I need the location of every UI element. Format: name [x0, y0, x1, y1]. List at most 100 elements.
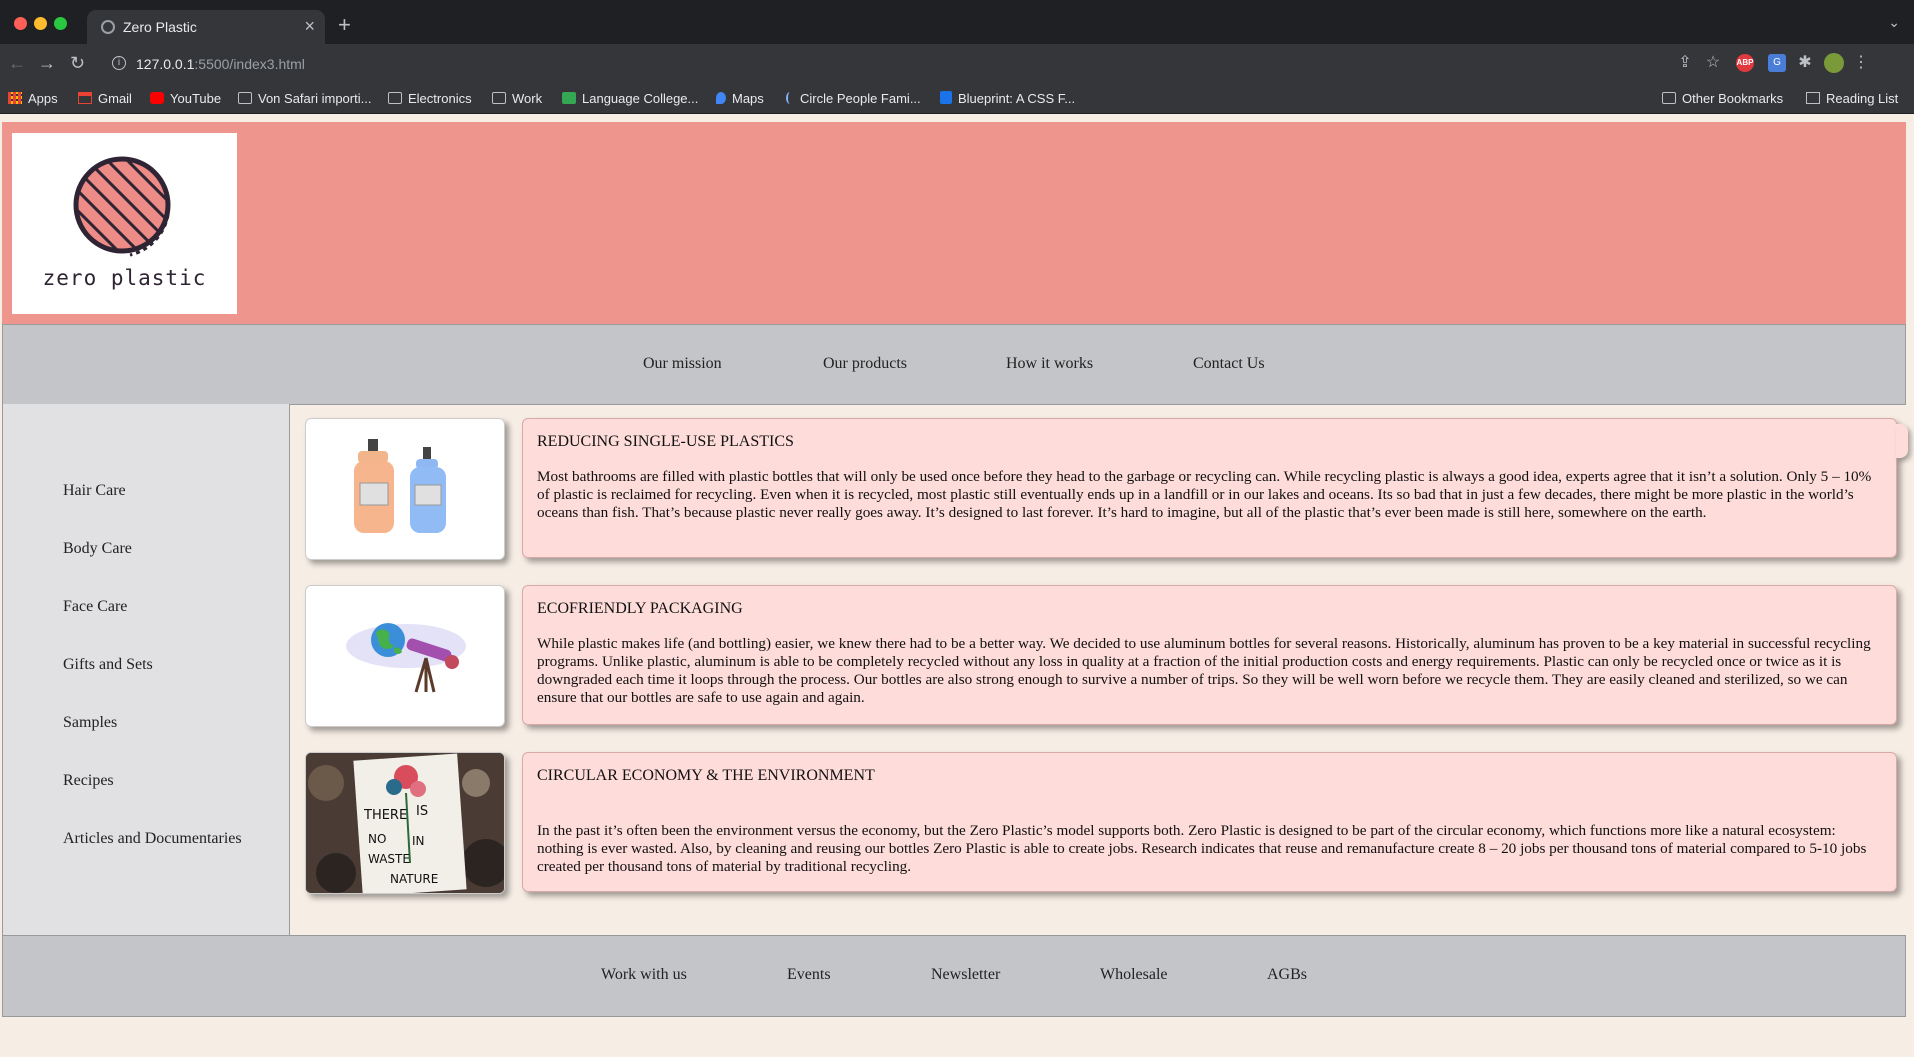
- bookmark-label: Gmail: [98, 91, 132, 106]
- svg-text:NO: NO: [368, 832, 386, 846]
- minimize-window-button[interactable]: [34, 17, 47, 30]
- star-icon[interactable]: ☆: [1702, 52, 1724, 74]
- footer-wholesale[interactable]: Wholesale: [1100, 966, 1168, 984]
- bookmark-language-college[interactable]: Language College...: [562, 91, 698, 106]
- main-nav: Our mission Our products How it works Co…: [2, 324, 1906, 405]
- bookmark-electronics[interactable]: Electronics: [388, 91, 472, 106]
- card-body: Most bathrooms are filled with plastic b…: [537, 468, 1872, 521]
- bookmark-gmail[interactable]: Gmail: [78, 91, 132, 106]
- bookmark-label: Other Bookmarks: [1682, 91, 1784, 106]
- bookmark-circle-people[interactable]: Circle People Fami...: [786, 91, 921, 106]
- reload-button[interactable]: ↻: [70, 53, 85, 74]
- nav-how-it-works[interactable]: How it works: [1006, 355, 1093, 373]
- share-icon[interactable]: ⇪: [1674, 52, 1696, 74]
- address-bar[interactable]: i 127.0.0.1:5500/index3.html: [104, 50, 1704, 78]
- nav-our-products[interactable]: Our products: [823, 355, 907, 373]
- bookmark-work[interactable]: Work: [492, 91, 542, 106]
- bookmark-blueprint[interactable]: Blueprint: A CSS F...: [940, 91, 1075, 106]
- bookmark-label: Maps: [732, 91, 764, 106]
- back-button[interactable]: ←: [8, 53, 26, 74]
- protest-sign-photo: THERE IS NO IN WASTE NATURE: [305, 752, 505, 894]
- sidebar-item-body-care[interactable]: Body Care: [63, 540, 132, 558]
- tab-bar: Zero Plastic × + ⌄: [0, 0, 1914, 44]
- site-footer: Work with us Events Newsletter Wholesale…: [2, 935, 1906, 1017]
- card-title: ECOFRIENDLY PACKAGING: [537, 600, 743, 617]
- bookmark-label: Blueprint: A CSS F...: [958, 91, 1076, 106]
- adblock-icon[interactable]: ABP: [1736, 54, 1754, 72]
- translate-icon[interactable]: G: [1768, 54, 1786, 72]
- gmail-icon: [78, 92, 92, 104]
- sidebar-item-articles[interactable]: Articles and Documentaries: [63, 830, 242, 848]
- sheet-icon: [562, 92, 576, 104]
- sign-text: THERE: [363, 808, 407, 823]
- globe-icon: [101, 20, 115, 34]
- new-tab-button[interactable]: +: [338, 12, 351, 38]
- svg-text:IN: IN: [412, 834, 425, 848]
- circle-icon: [786, 92, 794, 104]
- sidebar-item-gifts-and-sets[interactable]: Gifts and Sets: [63, 656, 153, 674]
- browser-tab[interactable]: Zero Plastic ×: [87, 10, 325, 44]
- bookmark-label: Von Safari importi...: [258, 91, 372, 106]
- bookmark-label: Apps: [28, 91, 58, 106]
- globe-telescope-icon: [305, 585, 505, 727]
- reading-list-icon: [1806, 92, 1820, 104]
- apps-grid-icon: [8, 92, 22, 104]
- close-icon[interactable]: ×: [304, 16, 315, 37]
- page: zero plastic Our mission Our products Ho…: [0, 114, 1914, 1057]
- bookmark-safari-import[interactable]: Von Safari importi...: [238, 91, 371, 106]
- bookmark-label: Language College...: [582, 91, 699, 106]
- reading-list[interactable]: Reading List: [1806, 91, 1898, 106]
- svg-text:WASTE: WASTE: [368, 852, 410, 866]
- map-pin-icon: [716, 92, 726, 104]
- close-window-button[interactable]: [14, 17, 27, 30]
- bookmark-other[interactable]: Other Bookmarks: [1662, 91, 1783, 106]
- card-body: In the past it’s often been the environm…: [537, 822, 1867, 875]
- site-header: zero plastic: [2, 122, 1906, 324]
- url-path: :5500/index3.html: [194, 56, 305, 72]
- bookmark-label: Work: [512, 91, 543, 106]
- url-host: 127.0.0.1: [136, 56, 195, 72]
- sidebar: Hair Care Body Care Face Care Gifts and …: [2, 404, 290, 935]
- bookmark-label: Electronics: [408, 91, 472, 106]
- content-card: ECOFRIENDLY PACKAGING While plastic make…: [522, 585, 1897, 725]
- content-card: REDUCING SINGLE-USE PLASTICS Most bathro…: [522, 418, 1897, 558]
- footer-events[interactable]: Events: [787, 966, 831, 984]
- bookmark-apps[interactable]: Apps: [8, 91, 58, 106]
- forward-button[interactable]: →: [38, 53, 56, 74]
- menu-icon[interactable]: ⋮: [1850, 52, 1872, 74]
- svg-text:NATURE: NATURE: [390, 872, 438, 886]
- sidebar-item-face-care[interactable]: Face Care: [63, 598, 127, 616]
- url-text: 127.0.0.1:5500/index3.html: [136, 56, 305, 72]
- card-title: CIRCULAR ECONOMY & THE ENVIRONMENT: [537, 767, 875, 784]
- profile-avatar[interactable]: [1824, 53, 1844, 73]
- maximize-window-button[interactable]: [54, 17, 67, 30]
- card-edge: [1896, 424, 1908, 458]
- content-card: CIRCULAR ECONOMY & THE ENVIRONMENT In th…: [522, 752, 1897, 892]
- svg-text:IS: IS: [416, 804, 428, 819]
- footer-work-with-us[interactable]: Work with us: [601, 966, 687, 984]
- bookmark-youtube[interactable]: YouTube: [150, 91, 221, 106]
- browser-chrome: Zero Plastic × + ⌄ ← → ↻ i 127.0.0.1:550…: [0, 0, 1914, 114]
- folder-icon: [388, 92, 402, 104]
- blueprint-icon: [940, 91, 952, 104]
- footer-agbs[interactable]: AGBs: [1267, 966, 1307, 984]
- nav-our-mission[interactable]: Our mission: [643, 355, 722, 373]
- card-body: While plastic makes life (and bottling) …: [537, 635, 1871, 706]
- logo[interactable]: zero plastic: [12, 133, 237, 314]
- toolbar-icons: ⇪ ☆ ABP G ✱ ⋮: [1674, 52, 1914, 76]
- bookmark-label: Circle People Fami...: [800, 91, 921, 106]
- sidebar-item-hair-care[interactable]: Hair Care: [63, 482, 126, 500]
- chevron-down-icon[interactable]: ⌄: [1888, 14, 1900, 31]
- tab-title: Zero Plastic: [123, 19, 197, 35]
- shampoo-bottles-icon: [305, 418, 505, 560]
- logo-mark-icon: [73, 156, 171, 257]
- sidebar-item-recipes[interactable]: Recipes: [63, 772, 114, 790]
- info-icon[interactable]: i: [112, 56, 126, 70]
- nav-contact-us[interactable]: Contact Us: [1193, 355, 1265, 373]
- extensions-icon[interactable]: ✱: [1794, 52, 1816, 74]
- footer-newsletter[interactable]: Newsletter: [931, 966, 1000, 984]
- bookmark-maps[interactable]: Maps: [716, 91, 764, 106]
- youtube-icon: [150, 92, 164, 104]
- folder-icon: [1662, 92, 1676, 104]
- sidebar-item-samples[interactable]: Samples: [63, 714, 117, 732]
